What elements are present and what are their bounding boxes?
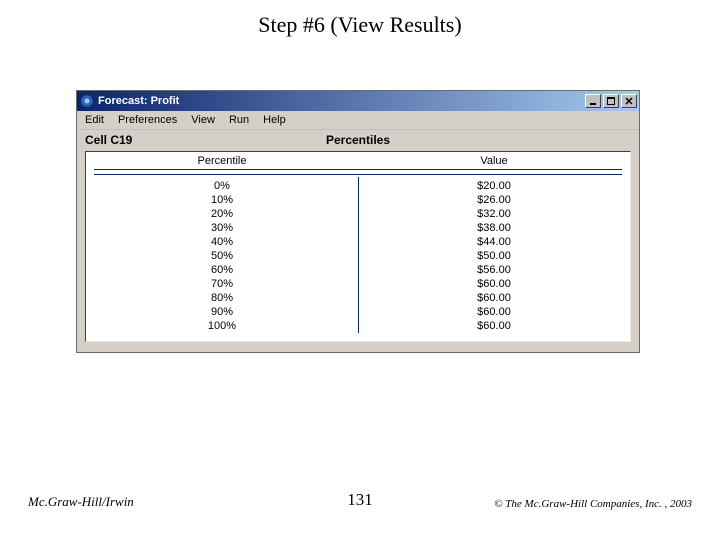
- percentiles-panel: Percentile Value 0%$20.00 10%$26.00 20%$…: [85, 151, 631, 342]
- menubar: Edit Preferences View Run Help: [77, 111, 639, 130]
- percentile-cell: 80%: [86, 291, 358, 305]
- window-control-buttons: [585, 94, 637, 108]
- percentile-cell: 30%: [86, 221, 358, 235]
- menu-run[interactable]: Run: [229, 114, 249, 126]
- value-cell: $60.00: [358, 277, 630, 291]
- value-cell: $20.00: [358, 179, 630, 193]
- value-cell: $44.00: [358, 235, 630, 249]
- menu-edit[interactable]: Edit: [85, 114, 104, 126]
- minimize-button[interactable]: [585, 94, 601, 108]
- window-title: Forecast: Profit: [98, 95, 585, 107]
- column-divider: [358, 177, 359, 333]
- footer-left: Mc.Graw-Hill/Irwin: [28, 494, 347, 510]
- percentile-cell: 70%: [86, 277, 358, 291]
- forecast-window: Forecast: Profit Edit Preferences View R…: [76, 90, 640, 353]
- value-cell: $60.00: [358, 291, 630, 305]
- col-header-value: Value: [358, 155, 630, 167]
- value-cell: $60.00: [358, 305, 630, 319]
- slide-title: Step #6 (View Results): [0, 12, 720, 38]
- percentile-cell: 40%: [86, 235, 358, 249]
- percentile-cell: 20%: [86, 207, 358, 221]
- menu-view[interactable]: View: [191, 114, 215, 126]
- percentile-cell: 50%: [86, 249, 358, 263]
- menu-help[interactable]: Help: [263, 114, 286, 126]
- percentile-cell: 10%: [86, 193, 358, 207]
- forecast-app-icon: [80, 94, 94, 108]
- cell-reference: Cell C19: [85, 133, 255, 147]
- percentile-cell: 60%: [86, 263, 358, 277]
- percentile-cell: 100%: [86, 319, 358, 333]
- value-cell: $56.00: [358, 263, 630, 277]
- value-cell: $60.00: [358, 319, 630, 333]
- page-number: 131: [347, 490, 373, 510]
- percentile-cell: 90%: [86, 305, 358, 319]
- stats-header: Cell C19 Percentiles: [77, 130, 639, 151]
- footer-right: © The Mc.Graw-Hill Companies, Inc. , 200…: [373, 498, 692, 510]
- menu-preferences[interactable]: Preferences: [118, 114, 177, 126]
- col-header-percentile: Percentile: [86, 155, 358, 167]
- value-cell: $26.00: [358, 193, 630, 207]
- close-button[interactable]: [621, 94, 637, 108]
- percentile-cell: 0%: [86, 179, 358, 193]
- header-rule: [94, 169, 622, 175]
- value-cell: $32.00: [358, 207, 630, 221]
- value-cell: $50.00: [358, 249, 630, 263]
- percentiles-table: 0%$20.00 10%$26.00 20%$32.00 30%$38.00 4…: [86, 177, 630, 341]
- titlebar: Forecast: Profit: [77, 91, 639, 111]
- statistic-name: Percentiles: [255, 133, 461, 147]
- slide-footer: Mc.Graw-Hill/Irwin 131 © The Mc.Graw-Hil…: [0, 490, 720, 510]
- column-headers: Percentile Value: [86, 152, 630, 169]
- maximize-button[interactable]: [603, 94, 619, 108]
- value-cell: $38.00: [358, 221, 630, 235]
